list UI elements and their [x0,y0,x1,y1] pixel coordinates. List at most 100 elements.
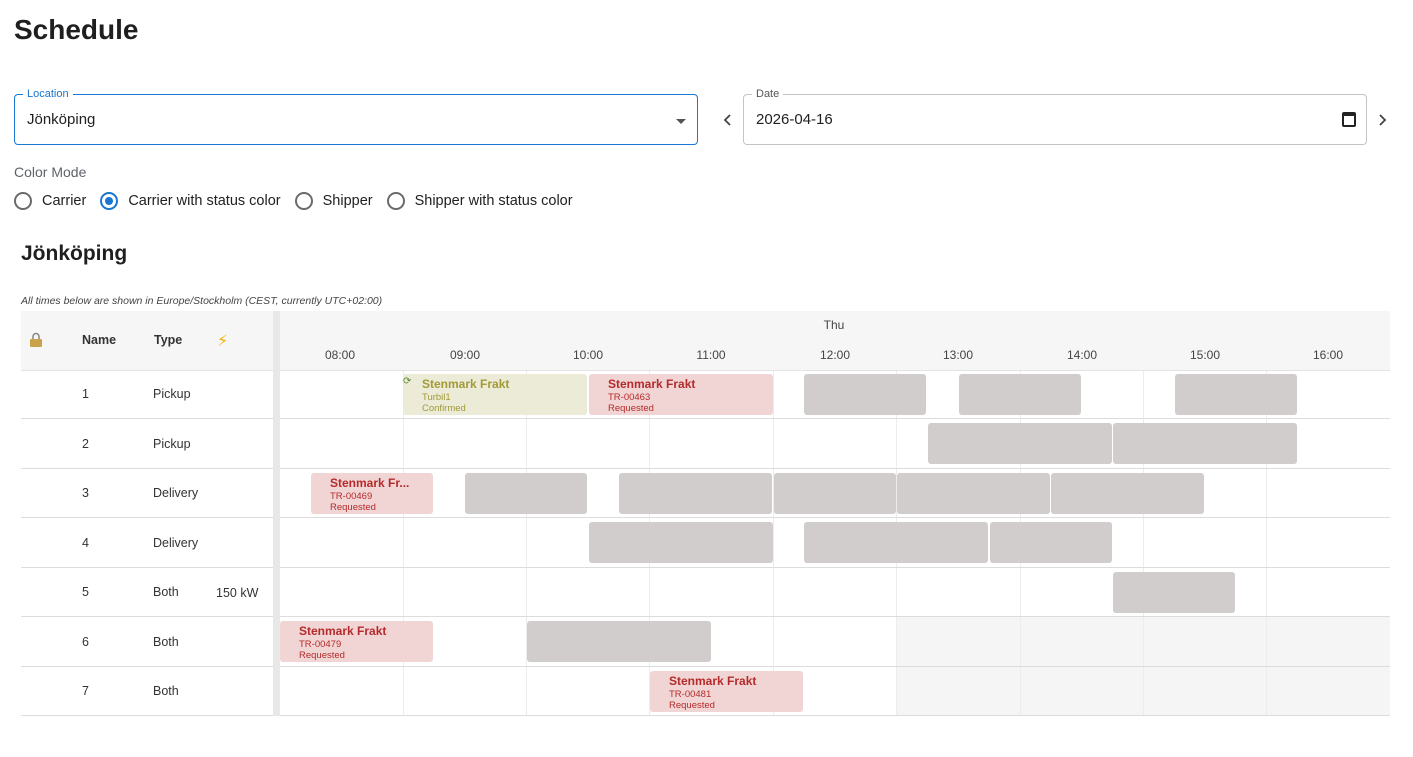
date-field[interactable]: Date 2026-04-16 [743,87,1367,145]
booking-carrier: Stenmark Frakt [299,624,387,638]
unavailable-slot[interactable] [619,473,772,514]
booking-block[interactable]: Stenmark Frakt TR-00463 Requested [589,374,773,415]
location-label: Location [23,87,73,101]
booking-carrier: Stenmark Frakt [608,377,696,391]
booking-block[interactable]: Stenmark Frakt TR-00481 Requested [650,671,803,712]
row-type: Both [153,684,179,698]
unavailable-slot[interactable] [1175,374,1297,415]
radio-label: Shipper with status color [414,193,573,209]
booking-reference: TR-00469 [330,491,373,502]
row-type: Delivery [153,486,199,500]
unavailable-slot[interactable] [774,473,896,514]
booking-reference: TR-00481 [669,689,712,700]
row-power: 150 kW [216,586,259,600]
row-name: 1 [82,387,89,401]
schedule-grid: Name Type ⚡ Thu 08:00 09:00 10:00 11:00 … [21,311,1390,716]
booking-status: Requested [608,403,654,414]
radio-label: Shipper [322,193,373,209]
sync-icon: ⟳ [403,376,412,387]
radio-carrier[interactable]: Carrier [14,192,86,210]
hour-label: 13:00 [942,348,974,362]
row-type: Delivery [153,536,199,550]
row-type: Pickup [153,387,191,401]
radio-label: Carrier with status color [128,193,281,209]
radio-shipper-with-status-color[interactable]: Shipper with status color [386,192,573,210]
date-value: 2026-04-16 [756,111,833,128]
row-type: Both [153,585,179,599]
color-mode-radio-group: Carrier Carrier with status color Shippe… [14,192,587,210]
hour-label: 10:00 [572,348,604,362]
radio-button[interactable] [14,192,32,210]
booking-details: TR-00463 Requested [608,392,654,414]
unavailable-slot[interactable] [1113,423,1297,464]
booking-block[interactable]: Stenmark Frakt TR-00479 Requested [280,621,433,662]
location-value: Jönköping [27,111,96,128]
booking-details: Turbil1 Confirmed [422,392,466,414]
row-name: 5 [82,585,89,599]
unavailable-slot[interactable] [804,522,988,563]
hour-label: 08:00 [324,348,356,362]
unavailable-slot[interactable] [990,522,1112,563]
row-name: 3 [82,486,89,500]
booking-reference: TR-00479 [299,639,342,650]
page-title: Schedule [14,14,139,45]
booking-carrier: Stenmark Frakt [422,377,510,391]
unavailable-slot[interactable] [589,522,773,563]
booking-block[interactable]: ⟳ Stenmark Frakt Turbil1 Confirmed [403,374,587,415]
row-name: 6 [82,635,89,649]
radio-button[interactable] [100,192,119,210]
column-header-type: Type [154,333,183,347]
day-label: Thu [823,318,845,332]
hour-label: 15:00 [1189,348,1221,362]
date-label: Date [752,87,784,101]
hour-label: 12:00 [819,348,851,362]
unavailable-slot[interactable] [1113,572,1235,613]
unavailable-slot[interactable] [527,621,711,662]
booking-block[interactable]: Stenmark Fr... TR-00469 Requested [311,473,433,514]
radio-shipper[interactable]: Shipper [294,192,373,210]
next-date-button[interactable] [1371,108,1393,132]
calendar-icon[interactable] [1342,112,1356,127]
chevron-down-icon[interactable] [676,119,686,124]
hour-label: 16:00 [1312,348,1344,362]
booking-status: Confirmed [422,403,466,414]
booking-status: Requested [330,502,376,513]
unavailable-slot[interactable] [959,374,1081,415]
row-name: 2 [82,437,89,451]
color-mode-label: Color Mode [14,164,87,180]
booking-details: TR-00481 Requested [669,689,715,711]
booking-carrier: Stenmark Fr... [330,476,410,490]
radio-label: Carrier [42,193,87,209]
hour-label: 09:00 [449,348,481,362]
previous-date-button[interactable] [717,108,739,132]
booking-reference: TR-00463 [608,392,651,403]
hour-label: 11:00 [696,348,726,362]
radio-button[interactable] [294,192,313,210]
row-name: 4 [82,536,89,550]
unavailable-slot[interactable] [465,473,587,514]
unavailable-slot[interactable] [804,374,926,415]
unavailable-slot[interactable] [1051,473,1204,514]
location-select[interactable]: Location Jönköping [14,87,698,145]
booking-carrier: Stenmark Frakt [669,674,757,688]
booking-details: TR-00469 Requested [330,491,376,513]
booking-status: Requested [669,700,715,711]
booking-status: Requested [299,650,345,661]
lock-icon[interactable] [29,332,43,348]
row-type: Pickup [153,437,191,451]
booking-details: TR-00479 Requested [299,639,345,661]
bolt-icon: ⚡ [217,333,229,350]
radio-carrier-with-status-color[interactable]: Carrier with status color [100,192,281,210]
radio-button[interactable] [386,192,405,210]
chevron-left-icon [723,114,731,126]
unavailable-slot[interactable] [928,423,1112,464]
column-divider[interactable] [273,311,280,716]
timezone-note: All times below are shown in Europe/Stoc… [21,295,383,307]
column-header-name: Name [82,333,117,347]
row-type: Both [153,635,179,649]
unavailable-slot[interactable] [897,473,1050,514]
booking-reference: Turbil1 [422,392,451,403]
chevron-right-icon [1379,114,1387,126]
hour-label: 14:00 [1066,348,1098,362]
row-name: 7 [82,684,89,698]
